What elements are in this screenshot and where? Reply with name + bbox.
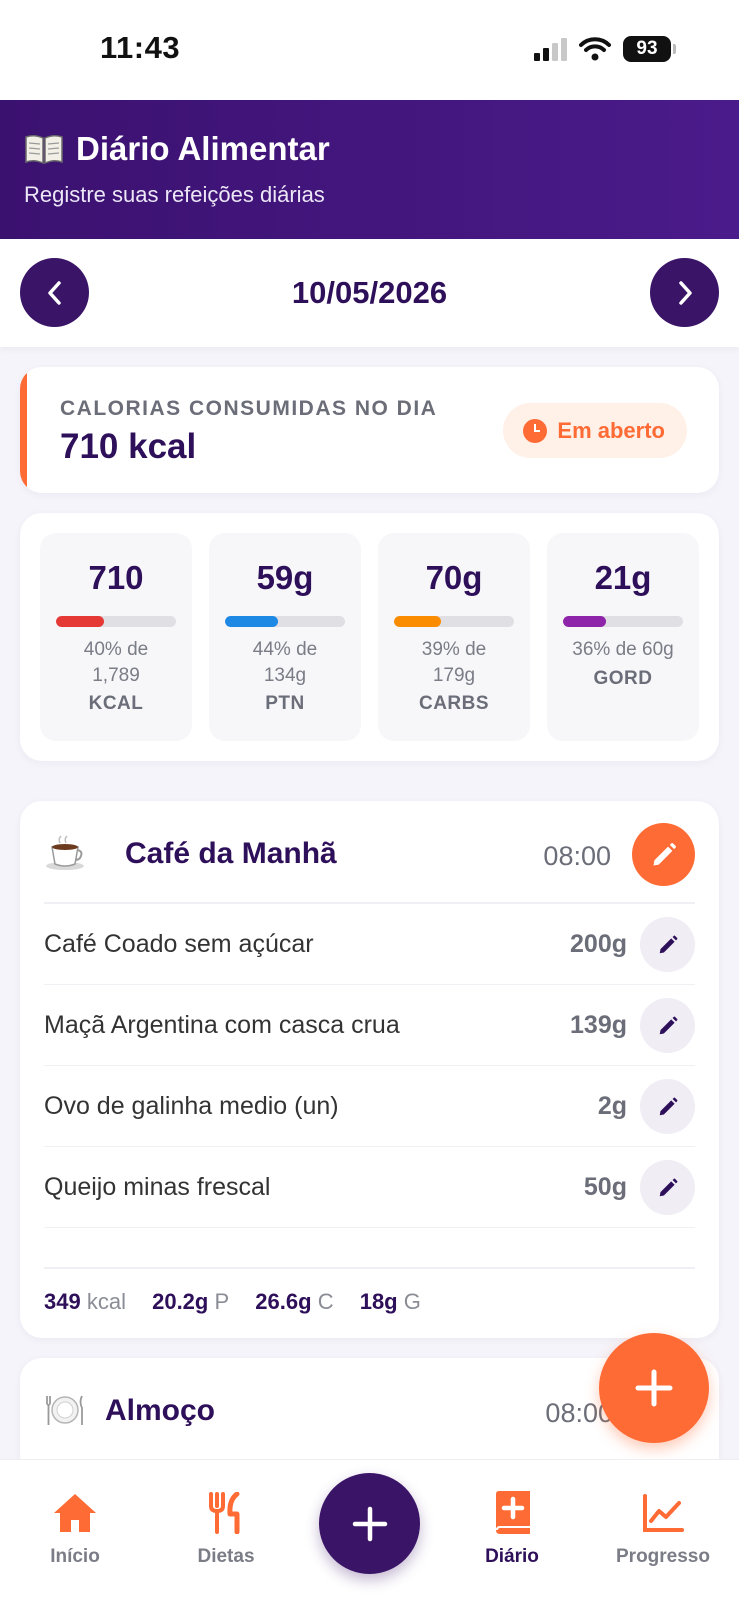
edit-food-button[interactable] (640, 1079, 695, 1134)
food-name: Queijo minas frescal (44, 1173, 271, 1201)
line-chart-icon (643, 1494, 684, 1532)
edit-food-button[interactable] (640, 998, 695, 1053)
edit-food-button[interactable] (640, 917, 695, 972)
card-accent-bar (20, 367, 27, 493)
wifi-icon (579, 37, 611, 61)
macro-value: 70g (425, 559, 483, 596)
macro-value: 21g (594, 559, 652, 596)
macro-tile-kcal: 710 40% de 1,789 KCAL (40, 533, 192, 741)
plus-icon (635, 1369, 673, 1407)
food-quantity: 2g (597, 1092, 627, 1120)
nav-label: Dietas (197, 1546, 255, 1567)
page-header: Diário Alimentar Registre suas refeições… (0, 100, 739, 239)
macro-summary-card: 710 40% de 1,789 KCAL 59g 44% de 134g PTN … (20, 513, 719, 761)
food-row: Maçã Argentina com casca crua 139g (44, 985, 695, 1066)
macro-progress-fill (394, 616, 441, 627)
macro-progress-bar (563, 616, 683, 627)
nav-item-dietas[interactable]: Dietas (161, 1490, 291, 1568)
total-carbs: 26.6g C (255, 1289, 334, 1314)
food-name: Ovo de galinha medio (un) (44, 1092, 339, 1120)
macro-progress-bar (394, 616, 514, 627)
edit-meal-button[interactable] (632, 823, 695, 886)
total-kcal: 349 kcal (44, 1289, 126, 1314)
food-name: Café Coado sem açúcar (44, 930, 314, 958)
calories-value: 710 kcal (60, 427, 197, 466)
daily-calories-card: CALORIAS CONSUMIDAS NO DIA 710 kcal Em a… (20, 367, 719, 493)
food-quantity: 139g (570, 1011, 627, 1039)
macro-name: PTN (265, 693, 305, 714)
date-navigator: 10/05/2026 (0, 239, 739, 347)
status-bar: 11:43 93 (0, 0, 739, 100)
nav-label: Diário (485, 1546, 539, 1567)
macro-tile-carbs: 70g 39% de 179g CARBS (378, 533, 530, 741)
macro-percent: 39% de 179g (421, 639, 487, 686)
status-time: 11:43 (100, 30, 181, 65)
nav-item-progresso[interactable]: Progresso (598, 1490, 728, 1568)
macro-percent: 36% de 60g (572, 639, 674, 660)
current-date[interactable]: 10/05/2026 (0, 275, 739, 311)
nav-item-diario[interactable]: Diário (447, 1490, 577, 1568)
next-day-button[interactable] (650, 258, 719, 327)
pencil-icon (653, 842, 676, 865)
macro-tile-protein: 59g 44% de 134g PTN (209, 533, 361, 741)
macro-name: KCAL (88, 693, 144, 714)
page-title-text: Diário Alimentar (76, 130, 330, 167)
pencil-icon (659, 1016, 677, 1034)
day-status-text: Em aberto (557, 417, 665, 443)
meal-totals: 349 kcal 20.2g P 26.6g C 18g G (44, 1267, 695, 1315)
macro-progress-fill (225, 616, 278, 627)
cellular-signal-icon (534, 37, 567, 61)
macro-tile-fat: 21g 36% de 60g GORD (547, 533, 699, 741)
macro-name: CARBS (418, 693, 490, 714)
calories-label: CALORIAS CONSUMIDAS NO DIA (60, 397, 438, 420)
meal-header: Café da Manhã 08:00 (44, 801, 695, 904)
home-icon (54, 1494, 96, 1532)
macro-progress-bar (225, 616, 345, 627)
meal-title: Café da Manhã (125, 837, 337, 870)
macro-progress-fill (56, 616, 104, 627)
day-status-badge: Em aberto (503, 403, 687, 458)
meal-card-breakfast: Café da Manhã 08:00 Café Coado sem açúca… (20, 801, 719, 1338)
food-row: Ovo de galinha medio (un) 2g (44, 1066, 695, 1147)
battery-icon: 93 (623, 36, 676, 62)
total-protein: 20.2g P (152, 1289, 230, 1314)
clock-icon (523, 418, 548, 443)
plus-icon (352, 1506, 387, 1541)
pencil-icon (659, 935, 677, 953)
food-name: Maçã Argentina com casca crua (44, 1011, 400, 1039)
pencil-icon (659, 1097, 677, 1115)
bottom-navigation: Início Dietas Diário Progresso (0, 1459, 739, 1600)
macro-progress-bar (56, 616, 176, 627)
page-title: Diário Alimentar (24, 130, 715, 168)
macro-progress-fill (563, 616, 607, 627)
medical-book-icon (496, 1491, 530, 1534)
food-row: Café Coado sem açúcar 200g (44, 904, 695, 985)
open-book-icon (25, 134, 63, 165)
chevron-right-icon (678, 280, 692, 305)
pencil-icon (659, 1178, 677, 1196)
macro-name: GORD (593, 668, 653, 689)
status-icons: 93 (534, 36, 676, 62)
meal-time: 08:00 (543, 841, 611, 871)
macro-percent: 44% de 134g (252, 639, 318, 686)
fork-knife-icon (209, 1492, 240, 1534)
nav-item-inicio[interactable]: Início (10, 1490, 140, 1568)
macro-percent: 40% de 1,789 (83, 639, 149, 686)
coffee-cup-icon (46, 835, 84, 870)
macro-value: 59g (256, 559, 314, 596)
nav-label: Progresso (616, 1546, 710, 1567)
quick-add-button[interactable] (319, 1473, 420, 1574)
total-fat: 18g G (359, 1289, 421, 1314)
edit-food-button[interactable] (640, 1160, 695, 1215)
food-quantity: 50g (583, 1173, 627, 1201)
macro-value: 710 (88, 559, 144, 596)
page-subtitle: Registre suas refeições diárias (24, 182, 325, 207)
plate-cutlery-icon (46, 1395, 83, 1425)
add-food-fab[interactable] (599, 1333, 709, 1443)
food-row: Queijo minas frescal 50g (44, 1147, 695, 1228)
food-quantity: 200g (570, 930, 627, 958)
nav-label: Início (50, 1546, 100, 1567)
meal-title: Almoço (105, 1394, 216, 1427)
